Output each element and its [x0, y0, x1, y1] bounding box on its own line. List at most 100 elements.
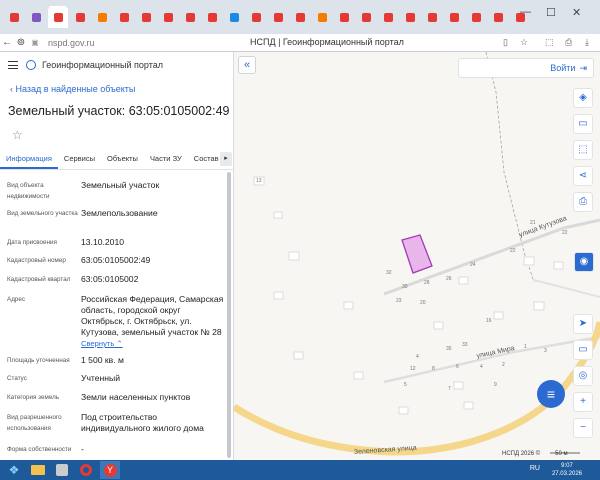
select-area-icon[interactable]: ⬚ [573, 140, 593, 160]
browser-tab[interactable] [400, 6, 420, 28]
browser-tab[interactable] [158, 6, 178, 28]
tabs-more-button[interactable]: ▸ [220, 152, 232, 166]
layers-icon[interactable]: ◈ [573, 88, 593, 108]
tab-parts[interactable]: Части ЗУ [144, 150, 188, 169]
start-button[interactable]: ❖ [4, 461, 24, 479]
tab-favicon-icon [405, 12, 415, 22]
tab-favicon-icon [361, 12, 371, 22]
address-bar: ← ⊚ ▣ nspd.gov.ru НСПД | Геоинформационн… [0, 34, 600, 52]
browser-tab[interactable] [224, 6, 244, 28]
print-icon[interactable]: ⎙ [565, 37, 572, 48]
info-row-land-type: Вид земельного участка Землепользование [7, 208, 225, 219]
taskbar-yandex[interactable]: Y [100, 461, 120, 479]
panel-tabs: Информация Сервисы Объекты Части ЗУ Сост… [0, 150, 233, 170]
navigate-arrow-icon[interactable]: ➤ [573, 314, 593, 334]
taskbar-browser-c[interactable] [76, 461, 96, 479]
info-row-land-category: Категория земель Земли населенных пункто… [7, 392, 225, 403]
browser-tab[interactable] [26, 6, 46, 28]
print-icon[interactable]: ⎙ [573, 192, 593, 212]
ruler-icon[interactable]: ▭ [573, 114, 593, 134]
svg-text:6: 6 [456, 364, 459, 370]
portal-logo-icon [26, 60, 36, 70]
tab-favicon-icon [471, 12, 481, 22]
tab-favicon-icon [383, 12, 393, 22]
share-icon[interactable]: ⋖ [573, 166, 593, 186]
browser-tab[interactable] [290, 6, 310, 28]
screen-icon[interactable]: ▭ [573, 340, 593, 360]
browser-tab[interactable] [334, 6, 354, 28]
browser-tab[interactable] [356, 6, 376, 28]
taskbar-explorer[interactable] [28, 461, 48, 479]
browser-tab[interactable] [92, 6, 112, 28]
zoom-in-button[interactable]: + [573, 392, 593, 412]
list-icon: ≡ [546, 386, 556, 402]
language-indicator[interactable]: RU [530, 465, 540, 472]
browser-tab[interactable] [422, 6, 442, 28]
info-value: 63:05:0105002:49 [81, 255, 151, 265]
browser-tab[interactable] [48, 6, 68, 28]
selected-land-plot[interactable] [401, 234, 433, 274]
svg-text:8: 8 [432, 366, 435, 372]
info-row-address: Адрес Российская Федерация, Самарская об… [7, 294, 225, 349]
info-label: Адрес [7, 296, 26, 303]
zoom-out-button[interactable]: − [573, 418, 593, 438]
close-window-button[interactable]: ✕ [572, 6, 581, 19]
tab-favicon-icon [97, 12, 107, 22]
svg-text:7: 7 [448, 386, 451, 392]
browser-tab[interactable] [268, 6, 288, 28]
folder-icon [31, 465, 45, 475]
browser-tab[interactable] [70, 6, 90, 28]
back-to-results-link[interactable]: ‹ Назад в найденные объекты [10, 84, 135, 94]
clock[interactable]: 9:07 27.03.2026 [552, 462, 582, 478]
svg-text:9: 9 [494, 382, 497, 388]
info-label: Вид разрешенного использования [7, 414, 62, 432]
map-attribution: НСПД 2026 © 50 м [502, 451, 568, 457]
info-label: Форма собственности [7, 446, 72, 453]
map-view[interactable]: 13 32 30 28 26 24 22 23 20 21 22 16 4 33… [234, 52, 600, 460]
locate-icon[interactable]: ◎ [573, 366, 593, 386]
favorite-star-icon[interactable]: ☆ [12, 128, 23, 142]
download-icon[interactable]: ⤓ [585, 37, 589, 48]
svg-text:22: 22 [562, 230, 568, 236]
object-title: Земельный участок: 63:05:0105002:49 [8, 104, 230, 118]
tab-services[interactable]: Сервисы [58, 150, 101, 169]
svg-text:22: 22 [510, 248, 516, 254]
shield-icon[interactable]: ⊚ [14, 37, 28, 48]
tab-objects[interactable]: Объекты [101, 150, 144, 169]
info-tab-icon[interactable]: ◉ [574, 252, 594, 272]
info-label: Статус [7, 375, 27, 382]
back-arrow-icon[interactable]: ← [0, 37, 14, 48]
svg-text:20: 20 [420, 300, 426, 306]
panel-scrollbar[interactable] [227, 172, 231, 458]
svg-text:21: 21 [530, 220, 536, 226]
browser-tab[interactable] [378, 6, 398, 28]
list-menu-button[interactable]: ≡ [537, 380, 565, 408]
browser-tab[interactable] [4, 6, 24, 28]
browser-tab[interactable] [466, 6, 486, 28]
browser-tab[interactable] [246, 6, 266, 28]
svg-text:23: 23 [396, 298, 402, 304]
menu-icon[interactable] [8, 61, 18, 69]
extensions-icon[interactable]: ⬚ [545, 37, 554, 48]
taskbar-app[interactable] [52, 461, 72, 479]
info-label: Категория земель [7, 394, 60, 401]
browser-tab[interactable] [136, 6, 156, 28]
minimize-button[interactable]: — [520, 6, 531, 18]
browser-tab[interactable] [444, 6, 464, 28]
maximize-button[interactable]: ☐ [546, 6, 556, 19]
browser-tab[interactable] [312, 6, 332, 28]
share-icon[interactable]: ☆ [520, 37, 528, 48]
browser-tab[interactable] [180, 6, 200, 28]
browser-tab[interactable] [202, 6, 222, 28]
login-button[interactable]: Войти ⇥ [458, 58, 594, 78]
info-row-ownership: Форма собственности - [7, 444, 225, 455]
url-field[interactable]: nspd.gov.ru [48, 38, 94, 48]
collapse-panel-button[interactable]: « [238, 56, 256, 74]
tab-favicon-icon [273, 12, 283, 22]
browser-tab[interactable] [488, 6, 508, 28]
browser-tab[interactable] [114, 6, 134, 28]
tab-favicon-icon [75, 12, 85, 22]
bookmark-icon[interactable]: ▯ [503, 37, 508, 48]
tab-information[interactable]: Информация [0, 150, 58, 169]
collapse-address-link[interactable]: Свернуть ⌃ [81, 339, 123, 348]
